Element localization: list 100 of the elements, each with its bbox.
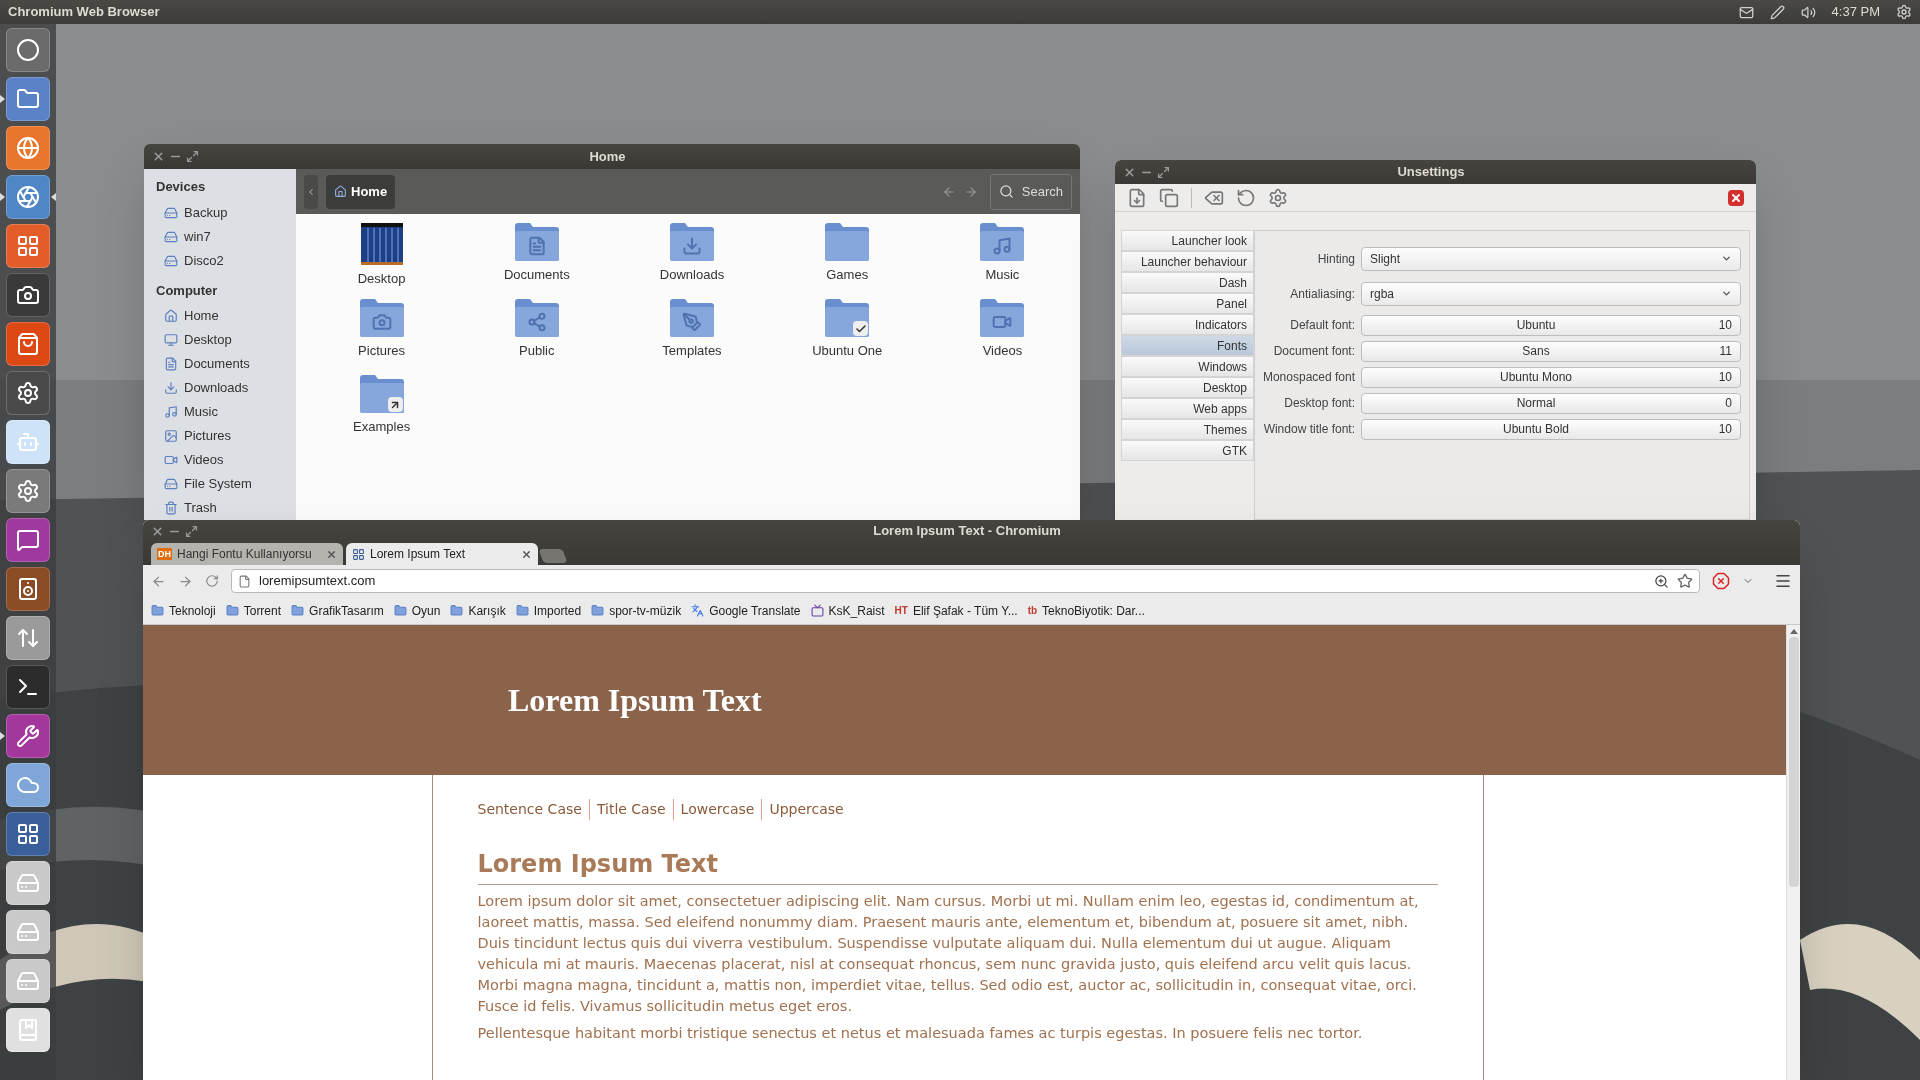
menu-icon[interactable] bbox=[1774, 572, 1792, 590]
sidebar-item[interactable]: Music bbox=[156, 400, 296, 424]
settings-tab[interactable]: Windows bbox=[1121, 356, 1254, 377]
nav-link[interactable]: Uppercase bbox=[761, 799, 851, 820]
close-icon[interactable] bbox=[326, 548, 337, 560]
launcher-button[interactable] bbox=[6, 28, 50, 72]
settings-tab[interactable]: Desktop bbox=[1121, 377, 1254, 398]
bookmark[interactable]: KsK_Raist bbox=[810, 601, 885, 620]
settings-icon[interactable] bbox=[1268, 187, 1288, 208]
bookmark[interactable]: Teknoloji bbox=[151, 601, 216, 620]
launcher-button[interactable] bbox=[6, 812, 50, 856]
sidebar-item[interactable]: Backup bbox=[156, 200, 296, 225]
browser-tab[interactable]: DH Hangi Fontu Kullanıyorsu bbox=[151, 543, 343, 565]
file-item[interactable]: Examples bbox=[304, 374, 460, 446]
bookmark[interactable]: spor-tv-müzik bbox=[591, 601, 682, 620]
settings-tab[interactable]: Dash bbox=[1121, 272, 1254, 293]
reload-icon[interactable] bbox=[205, 574, 219, 588]
launcher-button[interactable] bbox=[6, 665, 50, 709]
file-item[interactable]: Downloads bbox=[614, 222, 770, 294]
pen-icon[interactable] bbox=[1769, 4, 1785, 20]
bookmark[interactable]: Oyun bbox=[393, 601, 441, 620]
picture-icon bbox=[164, 429, 178, 443]
back-arrow-icon[interactable] bbox=[941, 184, 956, 199]
sidebar-item[interactable]: Pictures bbox=[156, 424, 296, 448]
sidebar-item[interactable]: File System bbox=[156, 472, 296, 496]
bookmark[interactable]: Karışık bbox=[450, 601, 506, 620]
drive-icon bbox=[164, 205, 178, 220]
forward-arrow-icon[interactable] bbox=[963, 184, 978, 199]
file-item[interactable]: Documents bbox=[459, 222, 615, 294]
launcher-button[interactable] bbox=[6, 567, 50, 611]
sidebar-item[interactable]: Downloads bbox=[156, 376, 296, 400]
launcher-button[interactable] bbox=[6, 714, 50, 758]
nav-link[interactable]: Lowercase bbox=[672, 799, 762, 820]
dropdown[interactable]: Slight bbox=[1361, 246, 1741, 271]
sidebar-item[interactable]: Videos bbox=[156, 448, 296, 472]
maximize-icon[interactable] bbox=[186, 150, 199, 163]
mail-icon[interactable] bbox=[1738, 4, 1754, 20]
settings-tab[interactable]: Launcher behaviour bbox=[1121, 251, 1254, 272]
maximize-icon[interactable] bbox=[1157, 165, 1170, 179]
bookmark[interactable]: tb TeknoBiyotik: Dar... bbox=[1027, 601, 1145, 620]
sidebar-item[interactable]: Home bbox=[156, 304, 296, 328]
scrollbar[interactable] bbox=[1786, 625, 1800, 1080]
stop-sign-icon[interactable] bbox=[1712, 572, 1730, 590]
sidebar-item[interactable]: win7 bbox=[156, 224, 296, 249]
bookmark[interactable]: HT Elif Şafak - Tüm Y... bbox=[894, 601, 1018, 620]
file-item[interactable]: Public bbox=[459, 298, 615, 370]
file-item[interactable]: Ubuntu One bbox=[769, 298, 925, 370]
settings-tab[interactable]: Panel bbox=[1121, 293, 1254, 314]
launcher-button[interactable] bbox=[6, 273, 50, 317]
forward-icon[interactable] bbox=[178, 573, 193, 589]
bookmark[interactable]: Torrent bbox=[225, 601, 282, 620]
settings-tab[interactable]: Web apps bbox=[1121, 398, 1254, 419]
address-bar[interactable]: loremipsumtext.com bbox=[231, 569, 1700, 593]
star-icon[interactable] bbox=[1677, 573, 1693, 589]
file-item[interactable]: Pictures bbox=[304, 298, 460, 370]
bookmark[interactable]: GrafikTasarım bbox=[291, 601, 384, 620]
browser-tab[interactable]: Lorem Ipsum Text bbox=[346, 543, 538, 565]
dropdown[interactable]: rgba bbox=[1361, 281, 1741, 306]
launcher-button[interactable] bbox=[6, 518, 50, 562]
path-button[interactable]: Home bbox=[326, 174, 396, 209]
file-item[interactable]: Games bbox=[769, 222, 925, 294]
launcher-button[interactable] bbox=[6, 371, 50, 415]
file-item[interactable]: Templates bbox=[614, 298, 770, 370]
settings-tab[interactable]: Fonts bbox=[1121, 335, 1254, 356]
bookmark[interactable]: Google Translate bbox=[691, 601, 801, 620]
new-tab-button[interactable] bbox=[538, 549, 568, 563]
sidebar-item[interactable]: Trash bbox=[156, 496, 296, 520]
clock[interactable]: 4:37 PM bbox=[1831, 2, 1880, 22]
sidebar-item[interactable]: Desktop bbox=[156, 328, 296, 352]
settings-tab[interactable]: GTK bbox=[1121, 440, 1254, 461]
font-button[interactable]: Ubuntu 10 bbox=[1361, 314, 1741, 336]
settings-tab[interactable]: Themes bbox=[1121, 419, 1254, 440]
zoom-icon[interactable] bbox=[1654, 573, 1669, 589]
nav-link[interactable]: Sentence Case bbox=[477, 799, 589, 820]
copy-icon[interactable] bbox=[1159, 187, 1179, 208]
volume-icon[interactable] bbox=[1800, 4, 1816, 20]
export-icon[interactable] bbox=[1127, 187, 1147, 208]
undo-icon[interactable] bbox=[1236, 187, 1256, 208]
sidebar-item[interactable]: Disco2 bbox=[156, 248, 296, 273]
bookmark[interactable]: Imported bbox=[515, 601, 582, 620]
close-icon[interactable] bbox=[1123, 165, 1136, 179]
font-button[interactable]: Normal 0 bbox=[1361, 392, 1741, 414]
close-button[interactable] bbox=[1728, 189, 1744, 206]
close-icon[interactable] bbox=[152, 150, 165, 163]
file-item[interactable]: Music bbox=[924, 222, 1080, 294]
grid-icon bbox=[352, 547, 365, 561]
font-button[interactable]: Sans 11 bbox=[1361, 340, 1741, 362]
font-button[interactable]: Ubuntu Bold 10 bbox=[1361, 418, 1741, 440]
close-icon[interactable] bbox=[151, 524, 164, 538]
settings-tab[interactable]: Launcher look bbox=[1121, 230, 1254, 251]
sidebar-item[interactable]: Documents bbox=[156, 352, 296, 376]
close-icon[interactable] bbox=[521, 548, 532, 560]
maximize-icon[interactable] bbox=[185, 524, 198, 538]
font-button[interactable]: Ubuntu Mono 10 bbox=[1361, 366, 1741, 388]
back-icon[interactable] bbox=[151, 573, 166, 589]
file-item[interactable]: Videos bbox=[924, 298, 1080, 370]
settings-tab[interactable]: Indicators bbox=[1121, 314, 1254, 335]
search-button[interactable]: Search bbox=[989, 173, 1072, 210]
file-item[interactable]: Desktop bbox=[304, 222, 460, 294]
nav-link[interactable]: Title Case bbox=[588, 799, 673, 820]
